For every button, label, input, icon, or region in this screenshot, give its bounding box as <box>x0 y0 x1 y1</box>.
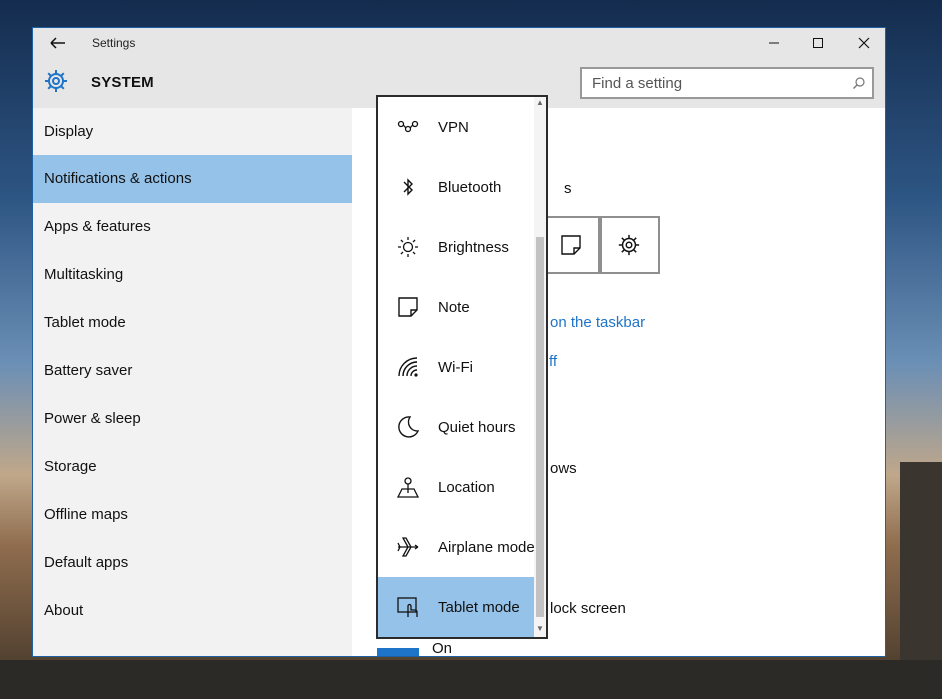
sidebar-item-notifications-actions[interactable]: Notifications & actions <box>33 155 352 203</box>
sidebar-item-battery-saver[interactable]: Battery saver <box>33 347 352 395</box>
background-rock-bottom <box>0 660 942 699</box>
sidebar-item-default-apps[interactable]: Default apps <box>33 539 352 587</box>
sidebar-item-label: Tablet mode <box>44 314 126 331</box>
sidebar-item-label: About <box>44 602 84 619</box>
settings-gear-icon <box>43 68 69 94</box>
taskbar-icons-link[interactable]: on the taskbar <box>550 314 645 331</box>
sidebar-item-display[interactable]: Display <box>33 108 352 156</box>
dropdown-item-vpn[interactable]: VPN <box>378 97 534 157</box>
sidebar-item-storage[interactable]: Storage <box>33 443 352 491</box>
search-box[interactable] <box>580 67 874 99</box>
dropdown-item-location[interactable]: Location <box>378 457 534 517</box>
quick-action-tile-note[interactable] <box>540 216 602 274</box>
dropdown-item-label: Airplane mode <box>438 539 535 556</box>
close-button[interactable] <box>849 32 879 54</box>
dropdown-item-label: Location <box>438 479 495 496</box>
sidebar-item-label: Power & sleep <box>44 410 141 427</box>
bluetooth-icon <box>396 175 420 199</box>
sidebar-item-power-sleep[interactable]: Power & sleep <box>33 395 352 443</box>
vpn-icon <box>396 115 420 139</box>
dropdown-item-brightness[interactable]: Brightness <box>378 217 534 277</box>
sidebar-item-label: Apps & features <box>44 218 151 235</box>
dropdown-item-label: Note <box>438 299 470 316</box>
dropdown-item-tablet-mode[interactable]: Tablet mode <box>378 577 534 637</box>
sidebar-item-label: Default apps <box>44 554 129 571</box>
wifi-icon <box>396 355 420 379</box>
scroll-up-icon[interactable]: ▲ <box>534 97 546 109</box>
sidebar-item-offline-maps[interactable]: Offline maps <box>33 491 352 539</box>
dropdown-item-label: Wi-Fi <box>438 359 473 376</box>
sidebar-item-apps-features[interactable]: Apps & features <box>33 203 352 251</box>
app-section-title: SYSTEM <box>91 74 154 91</box>
note-icon <box>561 235 581 255</box>
section-heading-fragment: s <box>564 180 572 197</box>
tablet-mode-icon <box>396 595 420 619</box>
quick-action-dropdown: VPN Bluetooth Brightness Note Wi-Fi Quie… <box>376 95 548 639</box>
dropdown-item-bluetooth[interactable]: Bluetooth <box>378 157 534 217</box>
dropdown-item-label: VPN <box>438 119 469 136</box>
dropdown-item-quiet-hours[interactable]: Quiet hours <box>378 397 534 457</box>
scroll-down-icon[interactable]: ▼ <box>534 623 546 635</box>
search-icon[interactable] <box>852 76 866 90</box>
windows-tips-text: ows <box>550 460 577 477</box>
dropdown-scrollbar-thumb[interactable] <box>536 237 544 617</box>
sidebar-item-about[interactable]: About <box>33 587 352 635</box>
back-arrow-icon <box>50 37 65 49</box>
sidebar-item-multitasking[interactable]: Multitasking <box>33 251 352 299</box>
toggle-state-label: On <box>432 640 453 657</box>
sidebar-item-tablet-mode[interactable]: Tablet mode <box>33 299 352 347</box>
sidebar-item-label: Notifications & actions <box>44 170 192 187</box>
airplane-icon <box>396 535 420 559</box>
system-icons-link[interactable]: ff <box>549 353 557 370</box>
brightness-icon <box>396 235 420 259</box>
dropdown-item-note[interactable]: Note <box>378 277 534 337</box>
sidebar-item-label: Storage <box>44 458 97 475</box>
sidebar-item-label: Display <box>44 123 94 140</box>
gear-icon <box>618 234 640 256</box>
dropdown-item-label: Bluetooth <box>438 179 502 196</box>
lock-screen-toggle[interactable] <box>377 648 419 656</box>
lock-screen-text: lock screen <box>550 600 626 617</box>
quick-action-tile-settings[interactable] <box>598 216 660 274</box>
minimize-button[interactable] <box>759 32 789 54</box>
close-icon <box>858 37 870 49</box>
sidebar-item-label: Offline maps <box>44 506 128 523</box>
dropdown-item-label: Quiet hours <box>438 419 516 436</box>
window-title: Settings <box>92 36 136 50</box>
sidebar-item-label: Battery saver <box>44 362 133 379</box>
dropdown-item-label: Tablet mode <box>438 599 520 616</box>
moon-icon <box>396 415 420 439</box>
sidebar: Display Notifications & actions Apps & f… <box>33 108 352 656</box>
location-icon <box>396 475 420 499</box>
maximize-button[interactable] <box>803 32 833 54</box>
back-button[interactable] <box>47 34 69 52</box>
note-icon <box>396 295 420 319</box>
dropdown-item-airplane-mode[interactable]: Airplane mode <box>378 517 535 577</box>
maximize-icon <box>813 38 823 48</box>
minimize-icon <box>769 42 779 44</box>
dropdown-item-label: Brightness <box>438 239 509 256</box>
dropdown-item-wifi[interactable]: Wi-Fi <box>378 337 534 397</box>
sidebar-item-label: Multitasking <box>44 266 124 283</box>
search-input[interactable] <box>582 69 838 97</box>
